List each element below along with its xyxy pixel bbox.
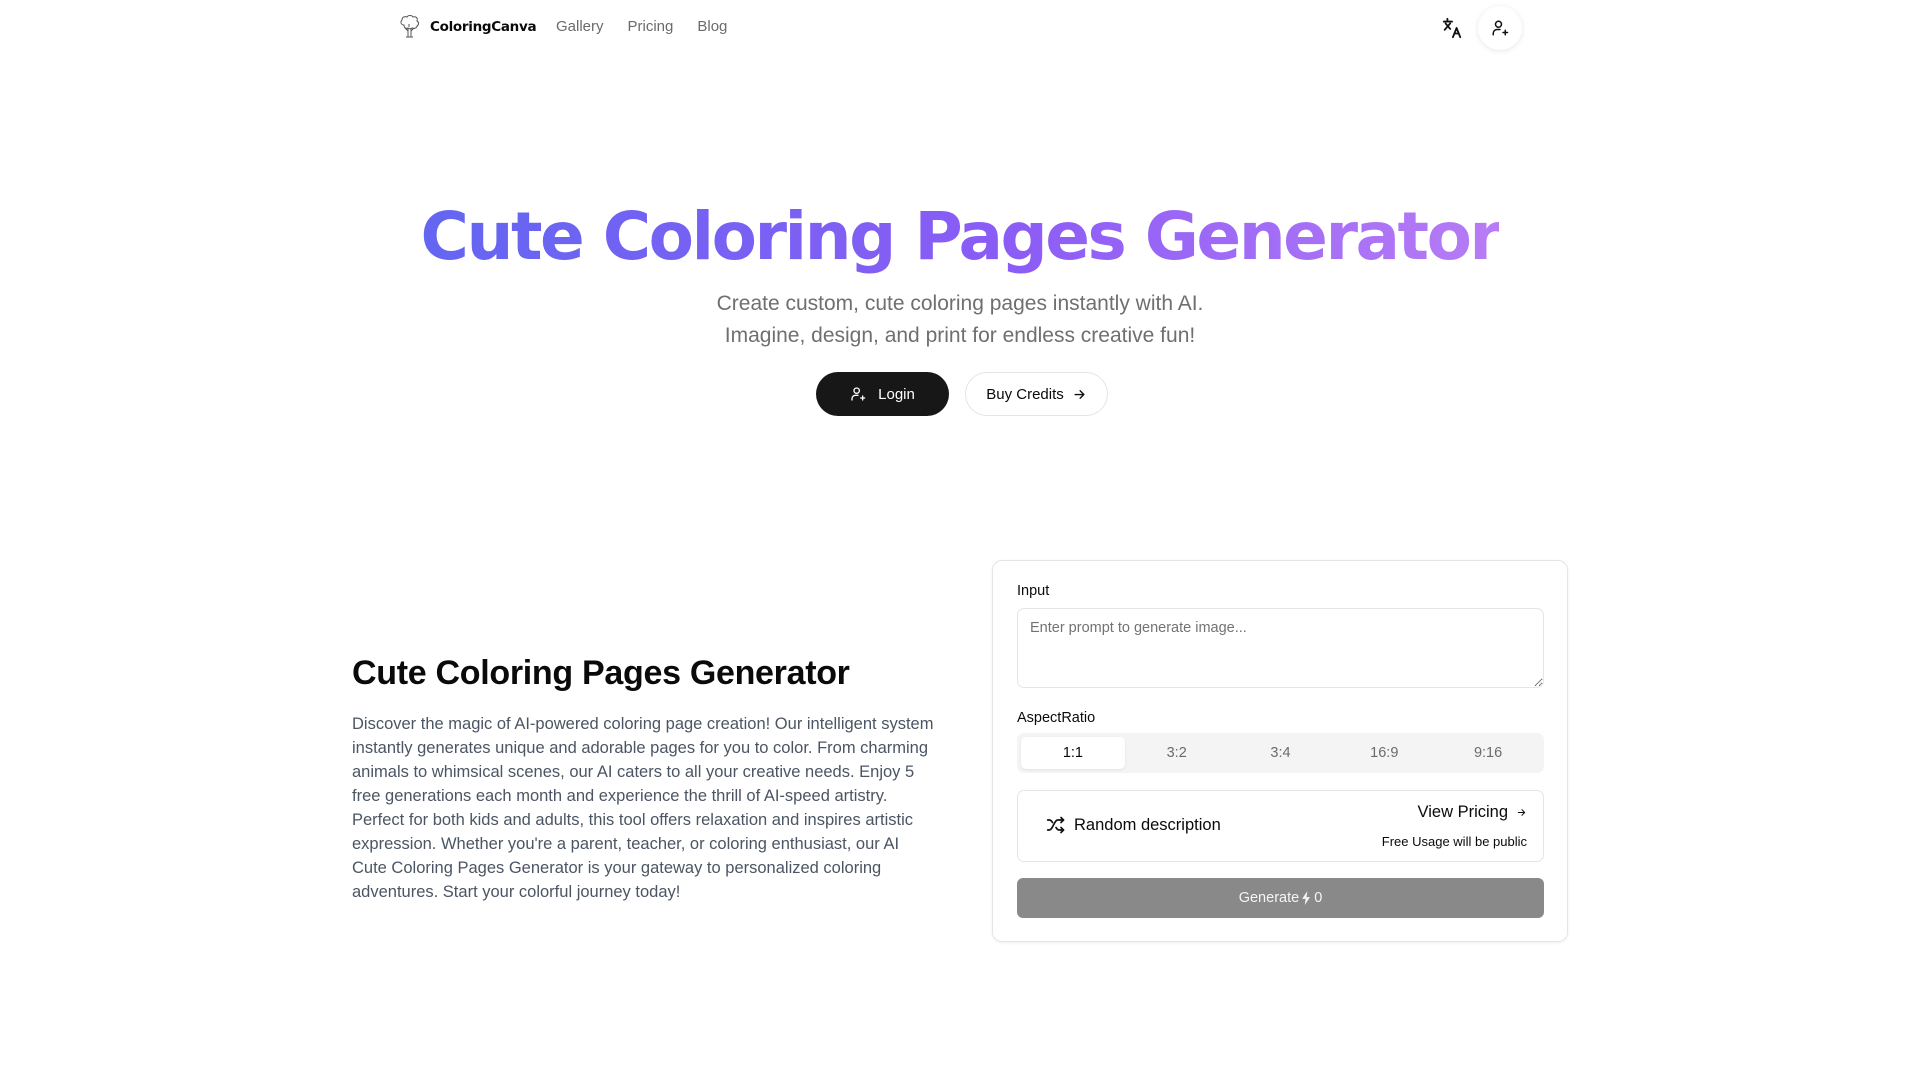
login-label: Login (878, 385, 915, 403)
random-description-button[interactable]: Random description (1046, 815, 1221, 835)
arrow-right-icon (1517, 809, 1526, 816)
user-plus-icon (851, 387, 866, 401)
brand-logo[interactable]: ColoringCanva (396, 14, 537, 40)
view-pricing-label: View Pricing (1417, 803, 1508, 821)
nav-gallery[interactable]: Gallery (556, 18, 604, 35)
section-title: Cute Coloring Pages Generator (352, 654, 850, 692)
translate-icon (1442, 17, 1462, 39)
credit-cost: 0 (1314, 890, 1323, 906)
free-usage-note: Free Usage will be public (1381, 834, 1527, 849)
main-nav: Gallery Pricing Blog (556, 18, 727, 35)
nav-blog[interactable]: Blog (697, 18, 727, 35)
prompt-input[interactable] (1017, 608, 1544, 688)
language-button[interactable] (1436, 12, 1468, 44)
lightning-icon (1302, 891, 1311, 905)
aspect-ratio-selector: 1:1 3:2 3:4 16:9 9:16 (1017, 733, 1544, 773)
site-header: ColoringCanva Gallery Pricing Blog (0, 0, 1920, 56)
generate-button[interactable]: Generate 0 (1017, 878, 1544, 918)
tree-icon (400, 15, 419, 38)
user-plus-icon (1492, 20, 1509, 36)
aspect-option-16-9[interactable]: 16:9 (1332, 737, 1436, 769)
login-button[interactable]: Login (816, 372, 949, 416)
nav-pricing[interactable]: Pricing (628, 18, 674, 35)
hero-subtitle: Create custom, cute coloring pages insta… (0, 288, 1920, 352)
aspect-option-9-16[interactable]: 9:16 (1436, 737, 1540, 769)
hero-subtitle-line-2: Imagine, design, and print for endless c… (724, 324, 1196, 347)
aspect-ratio-label: AspectRatio (1017, 710, 1096, 726)
hero-actions: Login Buy Credits (0, 372, 1920, 416)
buy-credits-label: Buy Credits (986, 385, 1064, 403)
options-panel: Random description View Pricing Free Usa… (1017, 790, 1544, 862)
hero-subtitle-line-1: Create custom, cute coloring pages insta… (716, 292, 1204, 315)
generate-label: Generate (1238, 890, 1300, 906)
view-pricing-link[interactable]: View Pricing (1418, 803, 1527, 822)
generator-card: Input AspectRatio 1:1 3:2 3:4 16:9 9:16 … (992, 560, 1568, 942)
random-description-label: Random description (1074, 815, 1221, 834)
hero-title: Cute Coloring Pages Generator (420, 198, 1502, 275)
aspect-option-3-2[interactable]: 3:2 (1125, 737, 1229, 769)
section-description: Discover the magic of AI-powered colorin… (352, 715, 934, 901)
aspect-option-1-1[interactable]: 1:1 (1021, 737, 1125, 769)
buy-credits-button[interactable]: Buy Credits (965, 372, 1108, 416)
input-label: Input (1017, 583, 1050, 599)
arrow-right-icon (1074, 389, 1085, 399)
user-menu-button[interactable] (1478, 6, 1522, 50)
brand-name: ColoringCanva (430, 19, 537, 35)
shuffle-icon (1046, 816, 1065, 834)
aspect-option-3-4[interactable]: 3:4 (1229, 737, 1333, 769)
